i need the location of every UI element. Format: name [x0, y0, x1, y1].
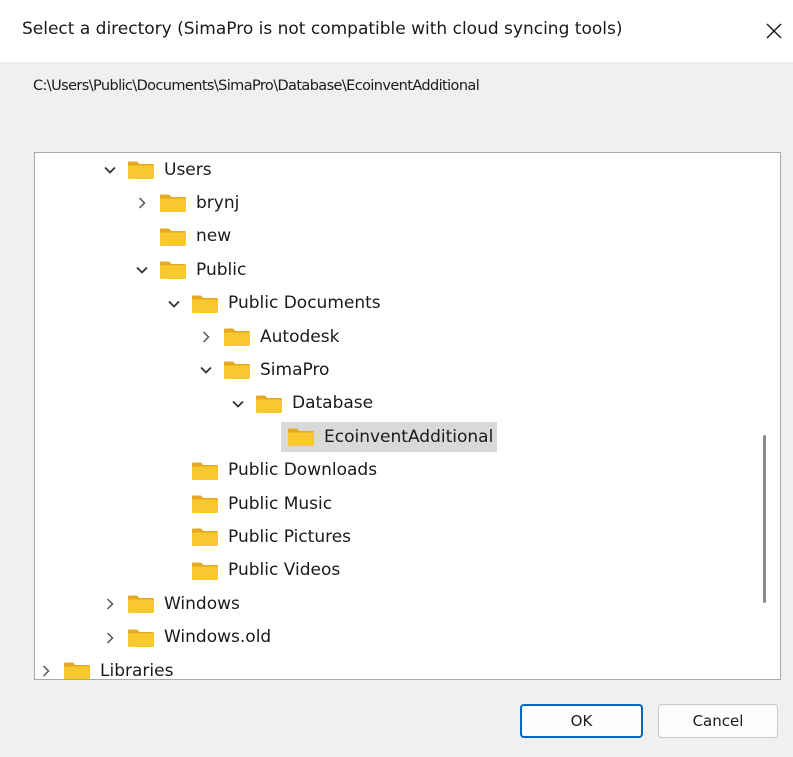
- tree-scrollbar-thumb[interactable]: [763, 435, 766, 603]
- folder-icon: [288, 428, 314, 447]
- expand-toggle[interactable]: [99, 589, 121, 619]
- tree-item[interactable]: Libraries: [35, 656, 177, 680]
- ok-button[interactable]: OK: [520, 704, 643, 738]
- expand-toggle[interactable]: [195, 355, 217, 385]
- folder-icon: [224, 361, 250, 380]
- folder-icon: [64, 662, 90, 679]
- folder-icon: [256, 395, 282, 413]
- selection-highlight: EcoinventAdditional: [281, 422, 498, 453]
- chevron-right-icon: [106, 598, 114, 610]
- chevron-down-icon: [232, 400, 244, 408]
- chevron-right-icon: [138, 197, 146, 209]
- tree-item-label: Windows: [164, 593, 240, 614]
- chevron-right-icon: [202, 331, 210, 343]
- tree-item-label: new: [196, 226, 232, 247]
- folder-icon: [128, 595, 154, 614]
- dialog-title: Select a directory (SimaPro is not compa…: [22, 19, 623, 39]
- chevron-down-icon: [168, 300, 180, 308]
- chevron-down-icon: [104, 166, 116, 174]
- tree-item-label: brynj: [196, 192, 240, 213]
- title-bar: Select a directory (SimaPro is not compa…: [0, 0, 793, 62]
- expand-toggle[interactable]: [99, 623, 121, 653]
- tree-item-label: Public Pictures: [228, 526, 352, 547]
- tree-item-label: Libraries: [100, 660, 174, 680]
- tree-item[interactable]: Public Documents: [163, 289, 385, 319]
- tree-item[interactable]: Users: [99, 155, 216, 185]
- tree-item-label: Public: [196, 259, 247, 280]
- expand-toggle[interactable]: [99, 155, 121, 185]
- folder-icon: [160, 261, 186, 280]
- folder-icon: [192, 562, 218, 580]
- tree-item[interactable]: Public Music: [163, 489, 336, 519]
- folder-icon: [192, 295, 218, 313]
- tree-item-label: Public Documents: [228, 293, 381, 314]
- tree-item-label: Public Videos: [228, 560, 341, 581]
- tree-item-label: Public Music: [228, 493, 333, 514]
- chevron-right-icon: [106, 632, 114, 644]
- folder-icon: [128, 629, 154, 647]
- close-icon: [766, 23, 782, 39]
- chevron-down-icon: [136, 267, 148, 274]
- folder-icon: [192, 528, 218, 547]
- folder-icon: [160, 228, 186, 246]
- chevron-right-icon: [42, 665, 50, 677]
- expand-toggle[interactable]: [195, 322, 217, 352]
- expand-toggle[interactable]: [163, 289, 185, 319]
- tree-item-label: Public Downloads: [228, 460, 378, 481]
- tree-item[interactable]: SimaPro: [195, 355, 333, 385]
- chevron-down-icon: [200, 367, 212, 375]
- tree-item-label: EcoinventAdditional: [324, 426, 494, 447]
- tree-item[interactable]: new: [131, 222, 235, 252]
- tree-item[interactable]: Database: [227, 389, 377, 419]
- expand-toggle[interactable]: [35, 656, 57, 679]
- tree-item[interactable]: brynj: [131, 188, 243, 218]
- tree-item[interactable]: Public: [131, 255, 250, 285]
- tree-item[interactable]: Autodesk: [195, 322, 343, 352]
- tree-item[interactable]: Windows.old: [99, 623, 275, 653]
- selected-path-label: C:\Users\Public\Documents\SimaPro\Databa…: [33, 78, 480, 94]
- folder-icon: [192, 462, 218, 480]
- folder-tree[interactable]: Users brynj new Public Public Documents Autod…: [34, 152, 781, 680]
- expand-toggle[interactable]: [131, 188, 153, 218]
- tree-item-label: Autodesk: [260, 326, 340, 347]
- folder-icon: [192, 495, 218, 513]
- folder-icon: [128, 161, 154, 179]
- expand-toggle[interactable]: [227, 389, 249, 419]
- tree-item[interactable]: Public Pictures: [163, 522, 355, 552]
- tree-item[interactable]: Public Downloads: [163, 456, 381, 486]
- folder-icon: [224, 328, 250, 346]
- tree-item-label: Database: [292, 393, 374, 414]
- tree-item-label: Users: [164, 159, 212, 180]
- cancel-button[interactable]: Cancel: [658, 704, 778, 738]
- tree-item[interactable]: Public Videos: [163, 556, 344, 586]
- tree-item-label: SimaPro: [260, 359, 330, 380]
- folder-icon: [160, 194, 186, 213]
- close-button[interactable]: [756, 12, 792, 50]
- tree-item[interactable]: Windows: [99, 589, 244, 619]
- select-directory-dialog: Select a directory (SimaPro is not compa…: [0, 0, 793, 757]
- expand-toggle[interactable]: [131, 255, 153, 285]
- tree-item[interactable]: EcoinventAdditional: [259, 422, 498, 453]
- tree-item-label: Windows.old: [164, 627, 272, 648]
